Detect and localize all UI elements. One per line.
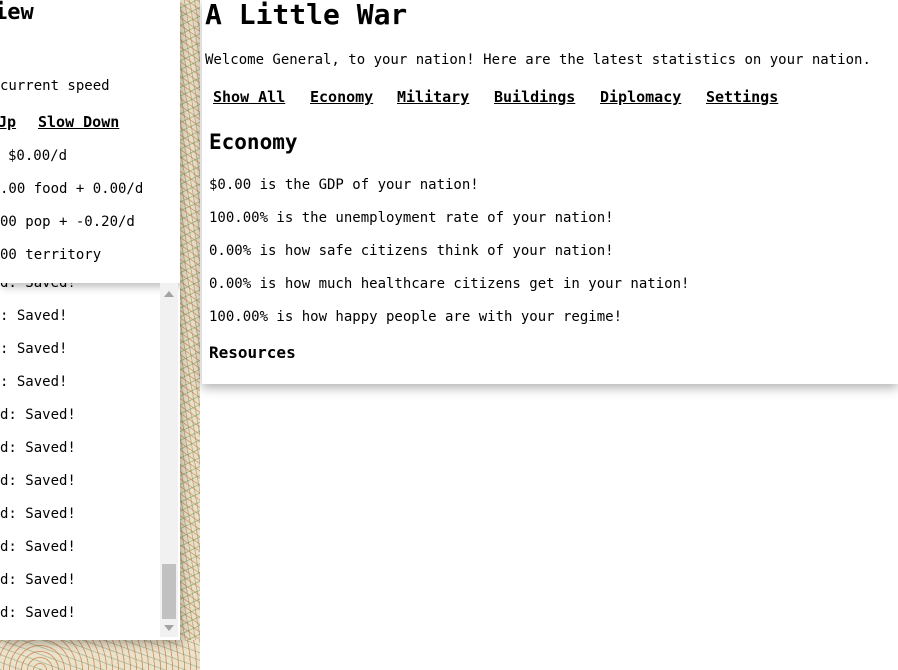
tab-economy[interactable]: Economy [310, 88, 373, 106]
tab-diplomacy[interactable]: Diplomacy [600, 88, 681, 106]
money-rate: $0.00/d [8, 148, 68, 164]
scroll-down-arrow-icon[interactable] [164, 625, 174, 631]
log-entry: : Saved! [0, 374, 68, 390]
log-entry: : Saved! [0, 308, 68, 324]
map-background [180, 0, 200, 670]
stat-happiness: 100.00% is how happy people are with you… [209, 309, 623, 325]
speed-label: current speed [0, 78, 110, 94]
pop-rate: 00 pop + -0.20/d [0, 214, 135, 230]
log-entry: d: Saved! [0, 473, 76, 489]
log-entry: : Saved! [0, 341, 68, 357]
map-background-bottom [0, 640, 200, 670]
log-entry: d: Saved! [0, 440, 76, 456]
stat-gdp: $0.00 is the GDP of your nation! [209, 177, 479, 193]
welcome-message: Welcome General, to your nation! Here ar… [205, 52, 871, 68]
stat-healthcare: 0.00% is how much healthcare citizens ge… [209, 276, 690, 292]
tab-show-all[interactable]: Show All [213, 88, 285, 106]
log-entry: d: Saved! [0, 539, 76, 555]
log-entry: d: Saved! [0, 572, 76, 588]
stat-unemployment: 100.00% is the unemployment rate of your… [209, 210, 614, 226]
slow-down-button[interactable]: Slow Down [38, 113, 119, 131]
log-entry: d: Saved! [0, 605, 76, 621]
scroll-thumb[interactable] [162, 564, 176, 619]
log-entry: d: Saved! [0, 506, 76, 522]
main-panel: A Little War Welcome General, to your na… [202, 0, 898, 384]
food-rate: .00 food + 0.00/d [0, 181, 144, 197]
speed-up-button[interactable]: Jp [0, 113, 16, 131]
scroll-up-arrow-icon[interactable] [164, 291, 174, 297]
territory: 00 territory [0, 247, 102, 263]
tab-buildings[interactable]: Buildings [494, 88, 575, 106]
log-panel: d: Saved! : Saved! : Saved! : Saved! d: … [0, 283, 180, 640]
section-title: Economy [209, 130, 298, 154]
log-entry: d: Saved! [0, 407, 76, 423]
tab-settings[interactable]: Settings [706, 88, 778, 106]
tab-military[interactable]: Military [397, 88, 469, 106]
overview-title: iew [0, 0, 34, 25]
page-title: A Little War [205, 0, 408, 31]
resources-title: Resources [209, 343, 296, 362]
overview-panel: iew current speed Jp Slow Down $0.00/d .… [0, 0, 180, 283]
log-entry: d: Saved! [0, 283, 76, 291]
stat-safety: 0.00% is how safe citizens think of your… [209, 243, 614, 259]
log-scrollbar[interactable] [160, 283, 178, 637]
